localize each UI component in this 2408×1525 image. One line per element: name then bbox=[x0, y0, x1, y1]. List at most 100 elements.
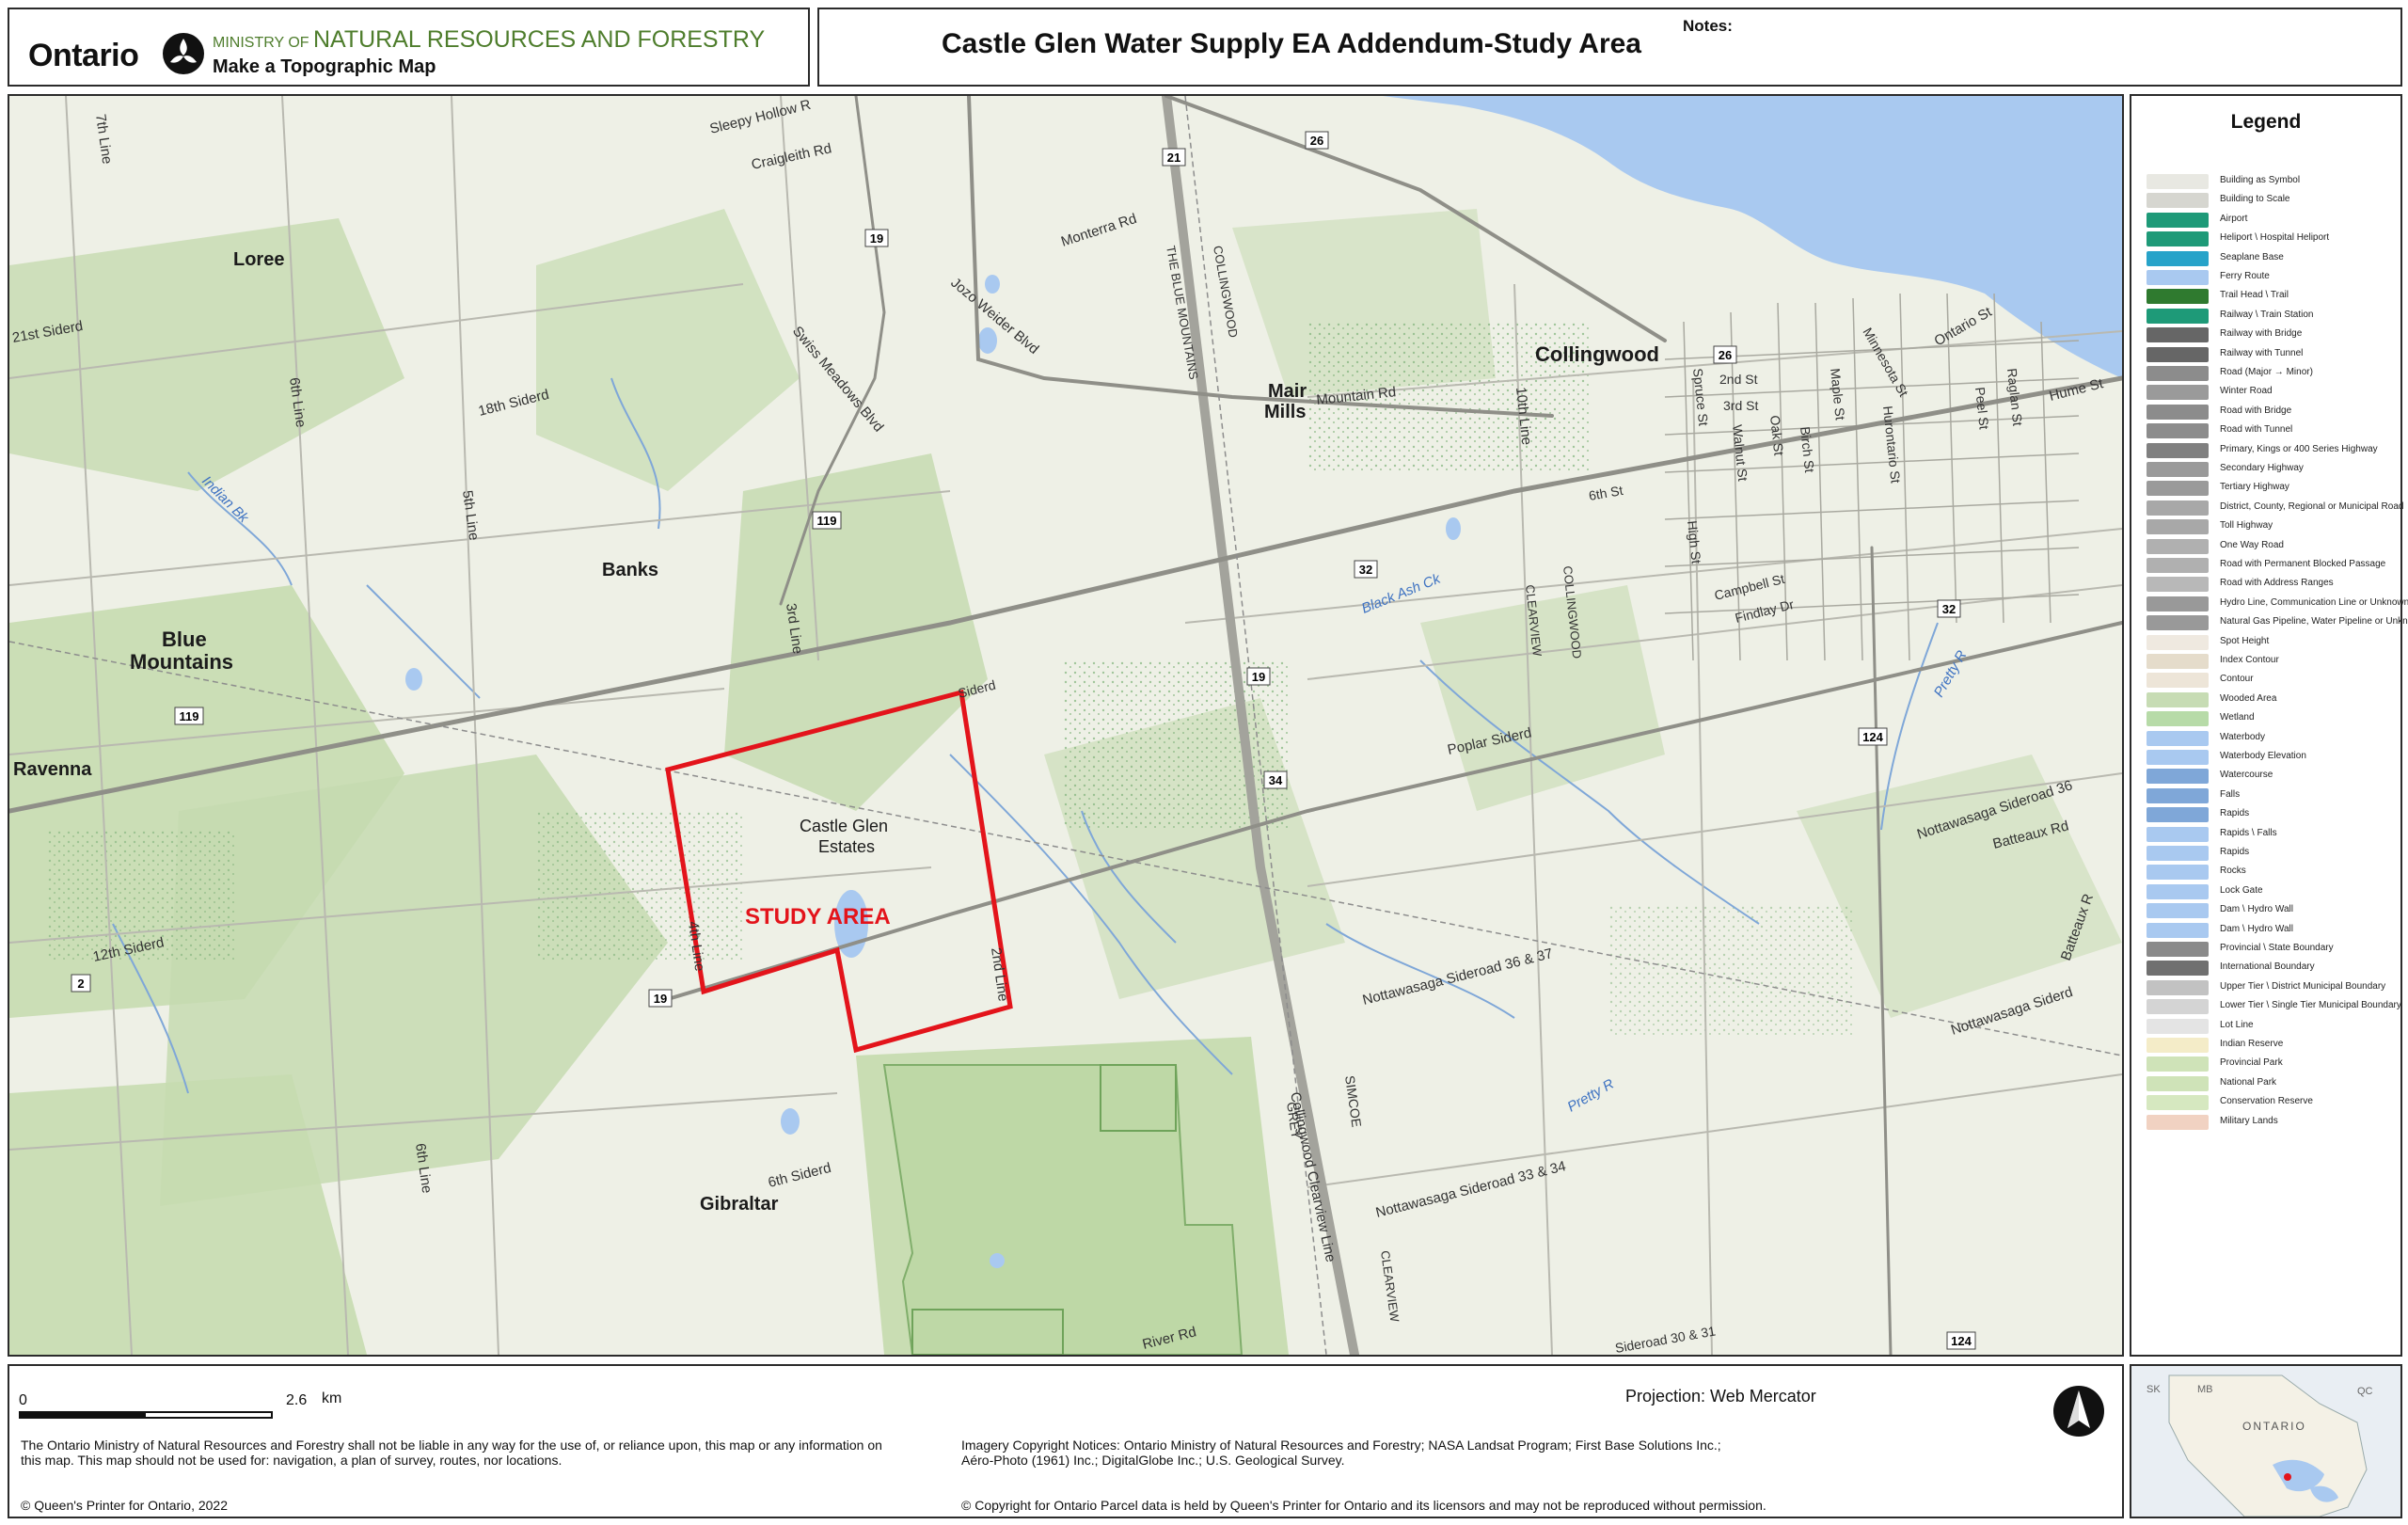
legend-label: Dam \ Hydro Wall bbox=[2220, 923, 2293, 934]
legend-item: Building as Symbol bbox=[2147, 173, 2397, 190]
legend-item: Railway with Bridge bbox=[2147, 326, 2397, 343]
svg-text:19: 19 bbox=[870, 231, 883, 246]
disclaimer-text: The Ontario Ministry of Natural Resource… bbox=[21, 1438, 882, 1468]
legend-item: Building to Scale bbox=[2147, 192, 2397, 209]
legend-symbol bbox=[2147, 903, 2209, 919]
trillium-icon bbox=[163, 33, 204, 74]
legend-item: Waterbody bbox=[2147, 730, 2397, 747]
legend-label: Ferry Route bbox=[2220, 271, 2270, 281]
legend-item: Natural Gas Pipeline, Water Pipeline or … bbox=[2147, 614, 2408, 631]
legend-label: Secondary Highway bbox=[2220, 463, 2304, 473]
place-banks: Banks bbox=[602, 560, 658, 580]
legend-label: Road (Major → Minor) bbox=[2220, 367, 2313, 377]
header-logo-panel: Ontario MINISTRY OF NATURAL RESOURCES AN… bbox=[8, 8, 810, 87]
legend-item: Airport bbox=[2147, 212, 2397, 229]
legend-symbol bbox=[2147, 596, 2209, 612]
place-mair-mills-1: Mair bbox=[1268, 381, 1307, 402]
legend-label: Railway with Tunnel bbox=[2220, 347, 2304, 358]
place-ravenna: Ravenna bbox=[13, 759, 92, 780]
inset-label-qc: QC bbox=[2357, 1386, 2373, 1397]
place-collingwood: Collingwood bbox=[1535, 342, 1659, 366]
legend-label: Building to Scale bbox=[2220, 194, 2290, 205]
shield-119-c: 119 bbox=[9, 96, 19, 99]
legend-label: Rapids bbox=[2220, 808, 2250, 819]
study-area-label: STUDY AREA bbox=[745, 904, 891, 929]
legend-label: Falls bbox=[2220, 788, 2241, 800]
scale-bar bbox=[19, 1411, 273, 1419]
legend-item: Contour bbox=[2147, 672, 2397, 689]
ontario-wordmark: Ontario bbox=[28, 38, 139, 73]
legend-symbol bbox=[2147, 519, 2209, 535]
legend-symbol bbox=[2147, 673, 2209, 689]
shield-19-b: 19 bbox=[1246, 667, 1271, 686]
legend-symbol bbox=[2147, 538, 2209, 554]
map-title: Castle Glen Water Supply EA Addendum-Stu… bbox=[942, 28, 1641, 59]
legend-item: Road (Major → Minor) bbox=[2147, 365, 2397, 382]
legend-symbol bbox=[2147, 462, 2209, 477]
legend-label: Waterbody bbox=[2220, 731, 2265, 742]
header-title-panel: Castle Glen Water Supply EA Addendum-Stu… bbox=[817, 8, 2402, 87]
legend-label: Wooded Area bbox=[2220, 692, 2277, 704]
svg-text:34: 34 bbox=[1269, 773, 1283, 787]
svg-text:119: 119 bbox=[817, 514, 837, 528]
legend-symbol bbox=[2147, 711, 2209, 727]
legend-item: Road with Tunnel bbox=[2147, 422, 2397, 439]
legend-label: Watercourse bbox=[2220, 770, 2273, 781]
legend-symbol bbox=[2147, 807, 2209, 823]
legend-item: Index Contour bbox=[2147, 653, 2397, 670]
legend-item: Tertiary Highway bbox=[2147, 480, 2397, 497]
legend-item: Road with Bridge bbox=[2147, 404, 2397, 421]
legend-item: Ferry Route bbox=[2147, 269, 2397, 286]
svg-text:2: 2 bbox=[77, 977, 84, 991]
shield-119-b: 119 bbox=[174, 707, 204, 725]
legend-label: Conservation Reserve bbox=[2220, 1096, 2313, 1107]
legend-label: Upper Tier \ District Municipal Boundary bbox=[2220, 980, 2386, 992]
shield-32-a: 32 bbox=[1354, 560, 1378, 579]
legend-item: Watercourse bbox=[2147, 768, 2397, 785]
legend-symbol bbox=[2147, 769, 2209, 785]
legend-label: District, County, Regional or Municipal … bbox=[2220, 500, 2404, 512]
legend-symbol bbox=[2147, 404, 2209, 420]
legend-item: Dam \ Hydro Wall bbox=[2147, 902, 2397, 919]
legend-symbol bbox=[2147, 750, 2209, 765]
legend-label: Contour bbox=[2220, 674, 2254, 685]
legend-label: Toll Highway bbox=[2220, 520, 2273, 532]
shield-2: 2 bbox=[71, 974, 91, 993]
legend-symbol bbox=[2147, 1095, 2209, 1111]
legend-item: Lower Tier \ Single Tier Municipal Bound… bbox=[2147, 998, 2401, 1015]
map-canvas[interactable]: Loree Banks Blue Mountains Ravenna Gibra… bbox=[8, 94, 2124, 1357]
legend-symbol bbox=[2147, 787, 2209, 803]
scale-bar-fill bbox=[21, 1413, 146, 1417]
queens-printer-notice: © Queen's Printer for Ontario, 2022 bbox=[21, 1498, 228, 1513]
shield-26: 26 bbox=[1305, 131, 1329, 150]
legend-label: Military Lands bbox=[2220, 1115, 2278, 1126]
street-2nd-st: 2nd St bbox=[1719, 372, 1758, 387]
imagery-notice: Imagery Copyright Notices: Ontario Minis… bbox=[961, 1438, 1721, 1468]
app-subtitle: Make a Topographic Map bbox=[213, 56, 436, 77]
svg-text:19: 19 bbox=[654, 992, 667, 1006]
legend-symbol bbox=[2147, 289, 2209, 305]
legend-item: Wooded Area bbox=[2147, 691, 2397, 708]
svg-text:26: 26 bbox=[1719, 348, 1732, 362]
svg-text:26: 26 bbox=[1310, 134, 1323, 148]
legend-panel: Legend Building as Symbol Building to Sca… bbox=[2130, 94, 2408, 1357]
shield-124-a: 124 bbox=[1858, 727, 1888, 746]
legend-symbol bbox=[2147, 558, 2209, 573]
svg-text:32: 32 bbox=[1942, 602, 1956, 616]
legend-label: Road with Bridge bbox=[2220, 405, 2292, 416]
legend-item: Toll Highway bbox=[2147, 518, 2397, 535]
svg-text:124: 124 bbox=[1862, 730, 1883, 744]
legend-symbol bbox=[2147, 308, 2209, 324]
notes-label: Notes: bbox=[1683, 17, 1733, 35]
legend-symbol bbox=[2147, 615, 2209, 631]
place-blue-mountains-1: Blue bbox=[162, 627, 207, 651]
legend-item: Heliport \ Hospital Heliport bbox=[2147, 230, 2397, 247]
footer-panel: 0 2.6 km Projection: Web Mercator The On… bbox=[8, 1364, 2124, 1518]
street-3rd-st: 3rd St bbox=[1723, 398, 1758, 413]
svg-text:19: 19 bbox=[1252, 670, 1265, 684]
legend-label: Winter Road bbox=[2220, 386, 2273, 397]
legend-symbol bbox=[2147, 346, 2209, 362]
place-blue-mountains-2: Mountains bbox=[130, 650, 233, 674]
topographic-map[interactable]: Loree Banks Blue Mountains Ravenna Gibra… bbox=[9, 96, 2122, 1355]
legend-label: National Park bbox=[2220, 1076, 2277, 1088]
